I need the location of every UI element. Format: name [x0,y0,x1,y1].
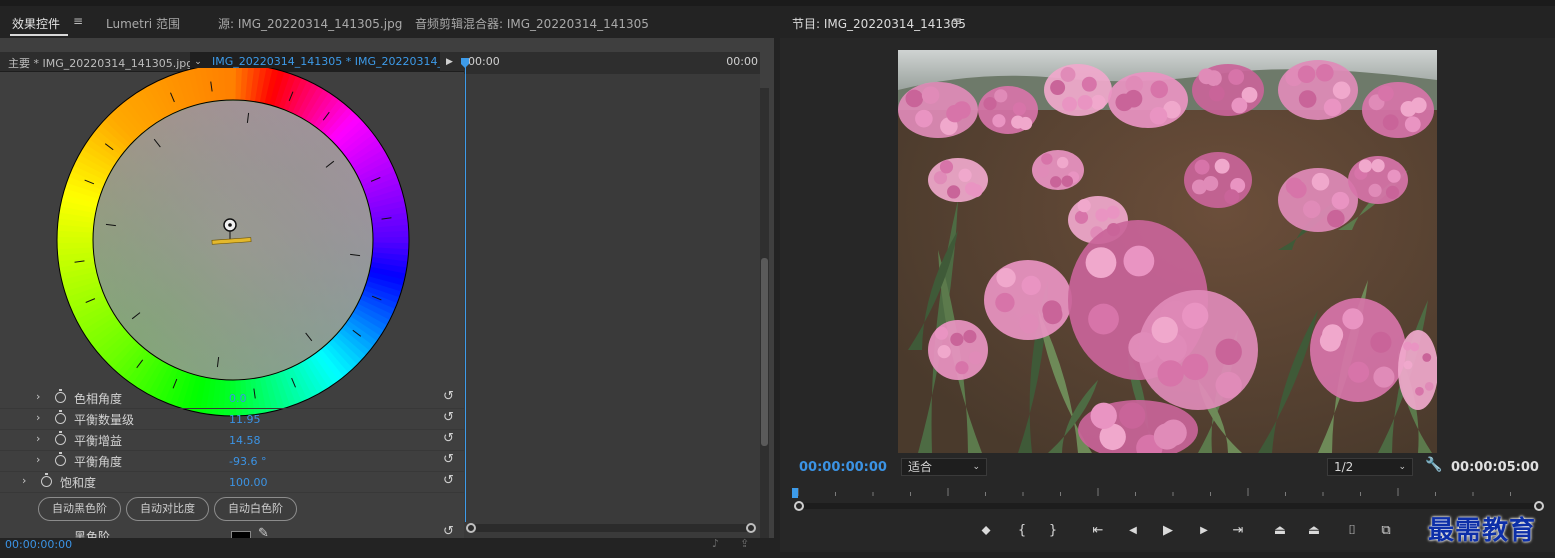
lift-button[interactable]: ⏏ [1270,522,1290,540]
mark-in-button[interactable]: { [1012,522,1032,540]
active-tab-underline [10,34,68,36]
prop-row-hue-angle: › 色相角度 0.0 ↺ [0,388,464,409]
timeline-start-time: 00:00 [468,55,500,68]
timeline-ruler[interactable]: 00:00 00:00 [464,52,760,74]
panel-menu-icon[interactable]: ≡ [73,14,83,28]
prop-label: 色相角度 [74,392,123,406]
effect-timeline[interactable]: 00:00 00:00 [461,52,760,538]
effect-controls-panel: 效果控件 ≡ Lumetri 范围 源: IMG_20220314_141305… [0,8,774,552]
tab-audio-clip-mixer[interactable]: 音频剪辑混合器: IMG_20220314_141305 [415,15,649,32]
current-timecode[interactable]: 00:00:00:00 [5,538,72,551]
step-forward-button[interactable]: ▶ [1194,522,1214,540]
tab-effect-controls[interactable]: 效果控件 [12,15,60,32]
expand-chevron-icon[interactable]: › [36,453,40,466]
stopwatch-icon[interactable] [41,473,52,487]
auto-black-button[interactable]: 自动黑色阶 [38,497,121,521]
comparison-view-button[interactable]: ⧉ [1376,522,1396,540]
resolution-value: 1/2 [1334,460,1354,474]
prop-label: 平衡增益 [74,434,123,448]
color-wheel[interactable] [0,68,464,418]
prop-value[interactable]: 14.58 [229,434,261,447]
prop-row-balance-magnitude: › 平衡数量级 11.95 ↺ [0,409,464,430]
go-to-in-button[interactable]: ⇤ [1088,522,1108,540]
playhead-marker[interactable] [792,488,798,498]
chevron-down-icon: ⌄ [972,462,980,472]
auto-white-button[interactable]: 自动白色阶 [214,497,297,521]
zoom-scroll-bar[interactable] [798,503,1538,509]
prop-row-balance-gain: › 平衡增益 14.58 ↺ [0,430,464,451]
prop-label: 平衡数量级 [74,413,135,427]
prop-label: 饱和度 [60,476,97,490]
program-monitor-body: 00:00:00:00 适合 ⌄ 1/2 ⌄ 🔧 00:00:05:00 ⬥ {}… [780,38,1555,552]
export-frame-button[interactable]: ⌷ [1342,522,1362,540]
tab-lumetri-scopes[interactable]: Lumetri 范围 [106,15,180,32]
panel-menu-icon[interactable]: ≡ [952,14,962,28]
playback-resolution-dropdown[interactable]: 1/2 ⌄ [1327,458,1413,476]
reset-icon[interactable]: ↺ [443,410,454,425]
prop-row-saturation: › 饱和度 100.00 ↺ [0,472,464,493]
export-icon[interactable]: ⇪ [740,537,749,550]
fit-dropdown[interactable]: 适合 ⌄ [901,458,987,476]
stopwatch-icon[interactable] [55,452,66,466]
premiere-window: 效果控件 ≡ Lumetri 范围 源: IMG_20220314_141305… [0,0,1555,558]
reset-icon[interactable]: ↺ [443,431,454,446]
stopwatch-icon[interactable] [55,389,66,403]
chevron-down-icon: ⌄ [1398,462,1406,472]
zoom-handle-right[interactable] [746,523,756,533]
playhead-line[interactable] [465,60,466,522]
playhead-timecode[interactable]: 00:00:00:00 [799,460,887,475]
fit-dropdown-value: 适合 [908,460,933,474]
top-frame-strip [0,0,1555,6]
zoom-handle-left[interactable] [466,523,476,533]
program-monitor-title[interactable]: 节目: IMG_20220314_141305 [792,15,966,32]
effect-controls-footer: 00:00:00:00 ♪ ⇪ [0,537,774,552]
prop-row-balance-angle: › 平衡角度 -93.6 ° ↺ [0,451,464,472]
scrollbar-thumb[interactable] [761,258,768,446]
watermark-logo: 最需教育 [1428,516,1537,546]
go-to-out-button[interactable]: ⇥ [1228,522,1248,540]
expand-chevron-icon[interactable]: › [36,432,40,445]
reset-icon[interactable]: ↺ [443,473,454,488]
tab-source[interactable]: 源: IMG_20220314_141305.jpg [218,15,402,32]
prop-value[interactable]: 0.0 [229,392,247,405]
filter-audio-icon[interactable]: ♪ [712,537,719,550]
stopwatch-icon[interactable] [55,431,66,445]
reset-icon[interactable]: ↺ [443,452,454,467]
prop-value[interactable]: 100.00 [229,476,268,489]
prop-value[interactable]: 11.95 [229,413,261,426]
extract-button[interactable]: ⏏ [1304,522,1324,540]
add-marker-button[interactable]: ⬥ [976,522,996,540]
duration-timecode: 00:00:05:00 [1451,460,1539,475]
settings-wrench-icon[interactable]: 🔧 [1425,457,1442,473]
play-button[interactable]: ▶ [1158,522,1178,540]
vertical-scrollbar[interactable] [760,88,769,538]
mark-out-button[interactable]: } [1043,522,1063,540]
step-back-button[interactable]: ◀ [1123,522,1143,540]
timeline-end-time: 00:00 [726,55,758,68]
auto-contrast-button[interactable]: 自动对比度 [126,497,209,521]
timeline-zoom-bar[interactable] [470,524,754,532]
program-preview-image [898,50,1437,453]
left-tab-bar: 效果控件 ≡ Lumetri 范围 源: IMG_20220314_141305… [0,8,774,38]
expand-chevron-icon[interactable]: › [36,390,40,403]
expand-chevron-icon[interactable]: › [36,411,40,424]
program-monitor-panel: 节目: IMG_20220314_141305 ≡ 00:00:00:00 适合… [780,8,1555,552]
reset-icon[interactable]: ↺ [443,389,454,404]
prop-label: 平衡角度 [74,455,123,469]
reset-icon[interactable]: ↺ [443,524,454,539]
prop-value[interactable]: -93.6 ° [229,455,266,468]
effect-controls-body: 主要 * IMG_20220314_141305.jpg ⌄ IMG_20220… [0,38,774,552]
puck-dot [228,223,232,227]
stopwatch-icon[interactable] [55,410,66,424]
expand-chevron-icon[interactable]: › [22,474,26,487]
zoom-handle-left[interactable] [794,501,804,511]
